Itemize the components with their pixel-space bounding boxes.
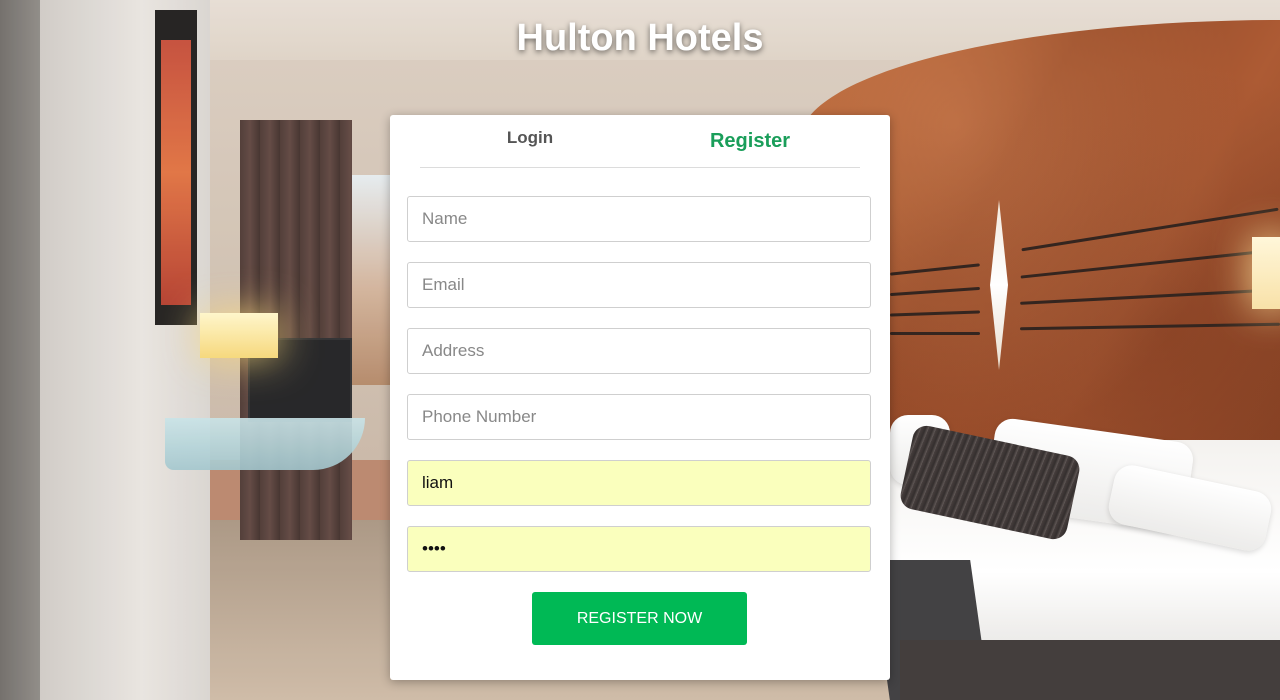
phone-number-input[interactable] [407,394,871,440]
tab-login[interactable]: Login [420,115,640,167]
username-input[interactable] [407,460,871,506]
auth-tabs: Login Register [420,115,860,168]
email-input[interactable] [407,262,871,308]
tab-register[interactable]: Register [640,115,860,167]
password-input[interactable] [407,526,871,572]
page-title: Hulton Hotels [516,17,764,59]
address-input[interactable] [407,328,871,374]
register-panel: Login Register REGISTER NOW [390,115,890,680]
name-input[interactable] [407,196,871,242]
page: Hulton Hotels Login Register REGISTER NO… [0,0,1280,700]
register-now-button[interactable]: REGISTER NOW [532,592,747,645]
